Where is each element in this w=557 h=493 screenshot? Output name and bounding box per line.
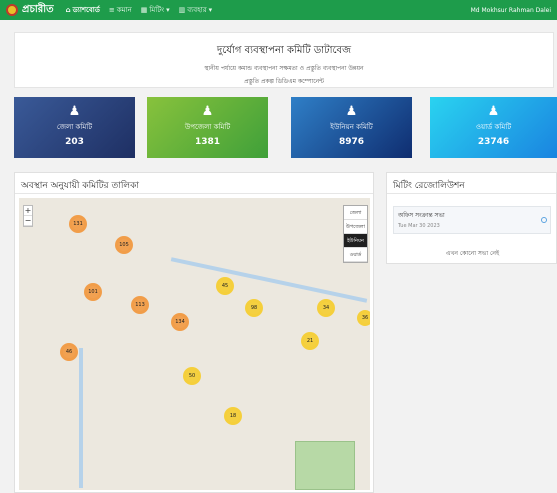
layer-switcher: জেলা উপজেলা ইউনিয়ন ওয়ার্ড (343, 205, 368, 263)
list-icon: ≡ (108, 6, 115, 14)
calendar-icon: ▦ (140, 6, 148, 14)
nav-usage[interactable]: ▥ ব্যবহার ▾ (179, 4, 213, 16)
nav-committee[interactable]: ≡ কমান (109, 4, 132, 16)
page-subtitle-2: প্রস্তুতি প্রকল্প ডিডিএম কম্পোনেন্ট (244, 78, 324, 85)
stat-label: ওয়ার্ড কমিটি (475, 123, 512, 131)
layer-district[interactable]: জেলা (344, 206, 367, 220)
map-marker[interactable]: 34 (317, 299, 335, 317)
meeting-date: Tue Mar 30 2023 (398, 223, 440, 229)
stat-card-upazila[interactable]: ♟ উপজেলা কমিটি 1381 (147, 97, 268, 158)
chart-icon: ▥ (178, 6, 186, 14)
person-icon: ♟ (201, 104, 214, 119)
person-icon: ♟ (345, 104, 358, 119)
nav-dashboard[interactable]: ⌂ ড্যাশবোর্ড (66, 4, 100, 16)
map-marker[interactable]: 46 (60, 343, 78, 361)
stat-card-union[interactable]: ♟ ইউনিয়ন কমিটি 8976 (291, 97, 412, 158)
header-card: দুর্যোগ ব্যবস্থাপনা কমিটি ডাটাবেজ স্থানী… (14, 32, 554, 88)
map-panel-title: অবস্থান অনুযায়ী কমিটির তালিকা (15, 173, 373, 194)
side-panel-title: মিটিং রেজোলিউশন (387, 173, 556, 194)
stat-value: 1381 (194, 137, 221, 147)
info-icon[interactable] (541, 217, 547, 223)
map-marker[interactable]: 21 (301, 332, 319, 350)
river-line (170, 257, 368, 303)
meeting-resolution-panel: মিটিং রেজোলিউশন অফিস সংক্রান্ত সভা Tue M… (386, 172, 557, 264)
stat-label: ইউনিয়ন কমিটি (330, 123, 373, 131)
map-marker[interactable]: 105 (115, 236, 133, 254)
layer-upazila[interactable]: উপজেলা (344, 220, 367, 234)
top-navbar: প্রচারীত ⌂ ড্যাশবোর্ড ≡ কমান ▦ মিটিং ▾ ▥ ব্যব… (0, 0, 557, 20)
map-marker[interactable]: 131 (69, 215, 87, 233)
brand-name[interactable]: প্রচারীত (22, 2, 54, 19)
home-icon: ⌂ (65, 6, 71, 14)
person-icon: ♟ (487, 104, 500, 119)
page-subtitle: স্থানীয় পর্যায়ে কমান্ড ব্যবস্থাপনা সক্… (204, 65, 364, 72)
stat-value: 23746 (477, 137, 510, 147)
map-marker[interactable]: 50 (183, 367, 201, 385)
no-meeting-text: এখন কোনো সভা নেই (445, 250, 500, 257)
layer-ward[interactable]: ওয়ার্ড (344, 248, 367, 262)
stat-label: উপজেলা কমিটি (184, 123, 231, 131)
zoom-in-button[interactable]: + (24, 206, 32, 216)
stat-value: 203 (65, 137, 84, 147)
zoom-control: + − (23, 205, 33, 227)
nav-meeting[interactable]: ▦ মিটিং ▾ (141, 4, 170, 16)
meeting-title: অফিস সংক্রান্ত সভা (398, 212, 445, 219)
stat-value: 8976 (338, 137, 365, 147)
map-marker[interactable]: 134 (171, 313, 189, 331)
stat-card-district[interactable]: ♟ জেলা কমিটি 203 (14, 97, 135, 158)
stat-label: জেলা কমিটি (56, 123, 93, 131)
map-marker[interactable]: 36 (357, 310, 370, 326)
map-marker[interactable]: 98 (245, 299, 263, 317)
person-icon: ♟ (68, 104, 81, 119)
map-marker[interactable]: 45 (216, 277, 234, 295)
user-menu[interactable]: Md Mokhsur Rahman Dalei (471, 7, 551, 14)
committee-map[interactable]: + − জেলা উপজেলা ইউনিয়ন ওয়ার্ড 131 105 … (19, 198, 370, 490)
logo-icon (6, 4, 18, 16)
page-title: দুর্যোগ ব্যবস্থাপনা কমিটি ডাটাবেজ (216, 45, 352, 56)
zoom-out-button[interactable]: − (24, 216, 32, 226)
layer-union[interactable]: ইউনিয়ন (344, 234, 367, 248)
meeting-card[interactable]: অফিস সংক্রান্ত সভা Tue Mar 30 2023 (393, 206, 551, 234)
map-marker[interactable]: 113 (131, 296, 149, 314)
stat-card-ward[interactable]: ♟ ওয়ার্ড কমিটি 23746 (430, 97, 557, 158)
map-panel: অবস্থান অনুযায়ী কমিটির তালিকা + − জেলা … (14, 172, 374, 493)
map-marker[interactable]: 18 (224, 407, 242, 425)
forest-area (295, 441, 355, 490)
map-marker[interactable]: 101 (84, 283, 102, 301)
river-line (79, 348, 83, 488)
